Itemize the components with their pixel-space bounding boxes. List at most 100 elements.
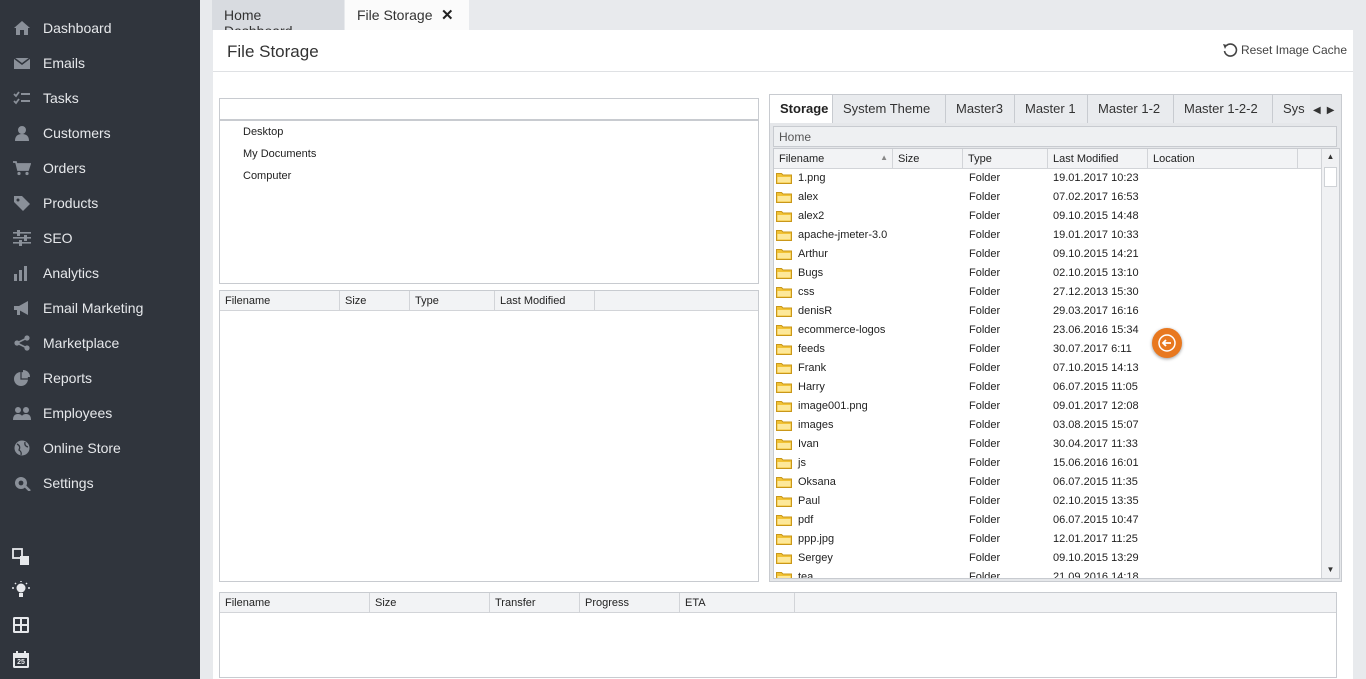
column-transfer[interactable]: Transfer	[490, 593, 580, 613]
lightbulb-icon[interactable]	[12, 581, 30, 599]
file-name: js	[798, 457, 806, 469]
sidebar-item-label: Emails	[43, 55, 86, 71]
calendar-day: 25	[17, 659, 25, 666]
chevron-right-icon[interactable]: ▶	[1327, 105, 1341, 116]
file-name: Bugs	[798, 267, 824, 279]
sidebar-item-seo[interactable]: SEO	[0, 223, 200, 253]
tab-master3[interactable]: Master3	[946, 95, 1015, 123]
table-row[interactable]: ecommerce-logos Folder 23.06.2016 15:34	[774, 321, 1320, 340]
table-row[interactable]: pdf Folder 06.07.2015 10:47	[774, 511, 1320, 530]
sidebar-item-label: Reports	[43, 370, 93, 386]
table-row[interactable]: feeds Folder 30.07.2017 6:11	[774, 340, 1320, 359]
calculator-icon[interactable]	[12, 616, 30, 634]
storage-grid-header: Filename ▲ Size Type Last Modified Locat…	[774, 149, 1321, 169]
sidebar-item-customers[interactable]: Customers	[0, 118, 200, 148]
table-row[interactable]: ppp.jpg Folder 12.01.2017 11:25	[774, 530, 1320, 549]
sidebar-item-emails[interactable]: Emails	[0, 48, 200, 78]
sidebar-item-online-store[interactable]: Online Store	[0, 433, 200, 463]
megaphone-icon	[14, 301, 28, 315]
table-row[interactable]: css Folder 27.12.2013 15:30	[774, 283, 1320, 302]
page-title: File Storage	[227, 42, 319, 61]
scroll-down-icon[interactable]: ▼	[1322, 562, 1339, 578]
local-grid-header: Filename Size Type Last Modified	[220, 291, 758, 311]
file-type: Folder	[969, 476, 1001, 488]
sidebar-item-analytics[interactable]: Analytics	[0, 258, 200, 288]
cart-icon	[13, 161, 31, 176]
column-filename[interactable]: Filename ▲	[774, 149, 893, 169]
column-filename[interactable]: Filename	[220, 291, 340, 311]
table-row[interactable]: js Folder 15.06.2016 16:01	[774, 454, 1320, 473]
chevron-left-icon[interactable]: ◀	[1313, 105, 1327, 116]
table-row[interactable]: alex Folder 07.02.2017 16:53	[774, 188, 1320, 207]
sidebar-item-tasks[interactable]: Tasks	[0, 83, 200, 113]
sidebar-item-marketplace[interactable]: Marketplace	[0, 328, 200, 358]
table-row[interactable]: denisR Folder 29.03.2017 16:16	[774, 302, 1320, 321]
tree-item-my-documents[interactable]: My Documents	[243, 148, 316, 160]
tab-scroll-arrows[interactable]: ◀▶	[1313, 105, 1340, 116]
collapse-panel-button[interactable]	[1152, 328, 1182, 358]
table-row[interactable]: Oksana Folder 06.07.2015 11:35	[774, 473, 1320, 492]
scroll-up-icon[interactable]: ▲	[1322, 149, 1339, 165]
table-row[interactable]: Arthur Folder 09.10.2015 14:21	[774, 245, 1320, 264]
sidebar-item-employees[interactable]: Employees	[0, 398, 200, 428]
tab-master-1[interactable]: Master 1	[1015, 95, 1088, 123]
breadcrumb[interactable]: Home	[773, 126, 1337, 147]
column-size[interactable]: Size	[893, 149, 963, 169]
table-row[interactable]: images Folder 03.08.2015 15:07	[774, 416, 1320, 435]
folder-icon	[776, 401, 792, 412]
column-last-modified[interactable]: Last Modified	[1048, 149, 1148, 169]
table-row[interactable]: Harry Folder 06.07.2015 11:05	[774, 378, 1320, 397]
column-type[interactable]: Type	[963, 149, 1048, 169]
table-row[interactable]: alex2 Folder 09.10.2015 14:48	[774, 207, 1320, 226]
table-row[interactable]: tea Folder 21.09.2016 14:18	[774, 568, 1320, 579]
sidebar-item-dashboard[interactable]: Dashboard	[0, 13, 200, 43]
tree-item-desktop[interactable]: Desktop	[243, 126, 283, 138]
table-row[interactable]: image001.png Folder 09.01.2017 12:08	[774, 397, 1320, 416]
column-filename[interactable]: Filename	[220, 593, 370, 613]
scrollbar-thumb[interactable]	[1324, 167, 1337, 187]
folder-icon	[776, 572, 792, 578]
windows-icon[interactable]	[12, 548, 30, 566]
sidebar-item-orders[interactable]: Orders	[0, 153, 200, 183]
reset-image-cache-button[interactable]: Reset Image Cache	[1222, 42, 1347, 58]
sidebar-item-email-marketing[interactable]: Email Marketing	[0, 293, 200, 323]
file-type: Folder	[969, 438, 1001, 450]
folder-icon	[776, 173, 792, 184]
tree-item-computer[interactable]: Computer	[243, 170, 291, 182]
column-last-modified[interactable]: Last Modified	[495, 291, 595, 311]
close-icon[interactable]: ✕	[441, 6, 454, 24]
tab-master-1-2-2[interactable]: Master 1-2-2	[1174, 95, 1273, 123]
table-row[interactable]: 1.png Folder 19.01.2017 10:23	[774, 169, 1320, 188]
tab-home-dashboard[interactable]: Home Dashboard	[212, 0, 344, 39]
tab-system-theme[interactable]: System Theme	[833, 95, 946, 123]
column-progress[interactable]: Progress	[580, 593, 680, 613]
table-row[interactable]: apache-jmeter-3.0 Folder 19.01.2017 10:33	[774, 226, 1320, 245]
table-row[interactable]: Sergey Folder 09.10.2015 13:29	[774, 549, 1320, 568]
sidebar-item-label: Online Store	[43, 440, 121, 456]
arrow-left-icon	[1158, 334, 1176, 352]
sidebar-item-reports[interactable]: Reports	[0, 363, 200, 393]
sidebar-item-settings[interactable]: Settings	[0, 468, 200, 498]
table-row[interactable]: Ivan Folder 30.04.2017 11:33	[774, 435, 1320, 454]
table-row[interactable]: Frank Folder 07.10.2015 14:13	[774, 359, 1320, 378]
file-name: tea	[798, 571, 814, 579]
vertical-scrollbar[interactable]: ▲ ▼	[1321, 149, 1339, 578]
reset-image-cache-label: Reset Image Cache	[1240, 43, 1347, 57]
tab-sys[interactable]: Sys	[1273, 95, 1310, 123]
tab-file-storage[interactable]: File Storage ✕	[345, 0, 469, 30]
share-icon	[14, 335, 30, 351]
file-modified: 06.07.2015 11:05	[1053, 381, 1138, 393]
table-row[interactable]: Bugs Folder 02.10.2015 13:10	[774, 264, 1320, 283]
tab-storage[interactable]: Storage	[770, 95, 833, 123]
column-eta[interactable]: ETA	[680, 593, 795, 613]
local-path-input[interactable]	[219, 98, 759, 120]
column-location[interactable]: Location	[1148, 149, 1298, 169]
column-size[interactable]: Size	[340, 291, 410, 311]
column-type[interactable]: Type	[410, 291, 495, 311]
globe-icon	[14, 440, 30, 456]
sidebar-item-products[interactable]: Products	[0, 188, 200, 218]
tab-master-1-2[interactable]: Master 1-2	[1088, 95, 1174, 123]
column-size[interactable]: Size	[370, 593, 490, 613]
calendar-icon[interactable]: 25	[12, 651, 30, 669]
table-row[interactable]: Paul Folder 02.10.2015 13:35	[774, 492, 1320, 511]
